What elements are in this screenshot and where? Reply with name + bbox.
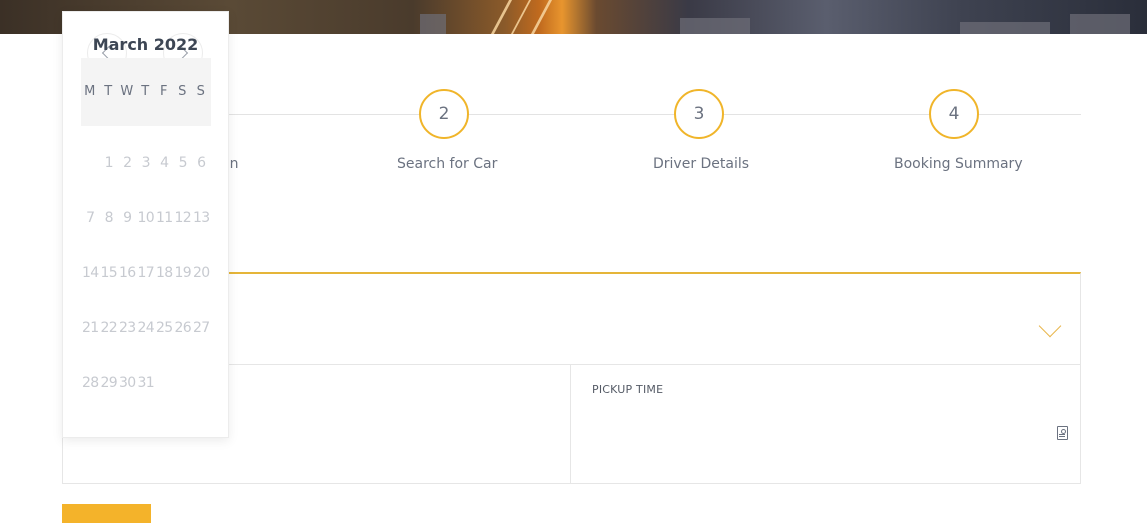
weekday-label: F	[160, 84, 169, 99]
calendar-day[interactable]: 15	[100, 265, 119, 281]
calendar-day[interactable]: 30	[118, 375, 137, 391]
step-3-circle[interactable]: 3	[674, 89, 724, 139]
calendar-day[interactable]: 27	[192, 320, 211, 336]
weekday-label: T	[141, 84, 151, 99]
calendar-day[interactable]: 5	[174, 155, 193, 171]
calendar-day[interactable]: 12	[174, 210, 193, 226]
calendar-day[interactable]: 6	[192, 155, 211, 171]
datepicker-popup: March 2022 MTWTFSS 1 2 3 4 5 6 7 8 9 10 11 12 13 14 15…	[62, 11, 229, 438]
calendar-day[interactable]: 2	[118, 155, 137, 171]
calendar-day[interactable]: 7	[81, 210, 100, 226]
submit-button[interactable]	[62, 504, 151, 523]
datepicker-month-title: March 2022	[92, 35, 199, 54]
step-2-circle[interactable]: 2	[419, 89, 469, 139]
calendar-day[interactable]: 4	[155, 155, 174, 171]
calendar-day[interactable]: 25	[155, 320, 174, 336]
form-column-divider	[570, 365, 571, 484]
calendar-day[interactable]: 26	[174, 320, 193, 336]
calendar-day[interactable]: 31	[137, 375, 156, 391]
step-4-label: Booking Summary	[894, 156, 1023, 172]
pickup-date-field[interactable]	[229, 366, 569, 483]
calendar-day[interactable]: 19	[174, 265, 193, 281]
weekday-label: M	[84, 84, 97, 99]
weekday-label: S	[178, 84, 188, 99]
calendar-day[interactable]: 11	[155, 210, 174, 226]
location-select[interactable]	[229, 275, 1079, 363]
calendar-day[interactable]: 29	[100, 375, 119, 391]
calendar-day[interactable]: 17	[137, 265, 156, 281]
step-3-label: Driver Details	[653, 156, 750, 172]
calendar-day[interactable]: 14	[81, 265, 100, 281]
calendar-day[interactable]: 3	[137, 155, 156, 171]
calendar-day[interactable]: 9	[118, 210, 137, 226]
calendar-day[interactable]: 13	[192, 210, 211, 226]
calendar-day[interactable]: 20	[192, 265, 211, 281]
weekday-label: W	[120, 84, 135, 99]
weekday-label: T	[104, 84, 114, 99]
pickup-time-label: PICKUP TIME	[592, 383, 664, 396]
clock-icon[interactable]	[1057, 426, 1068, 440]
step-2-label: Search for Car	[397, 156, 498, 172]
step-4-circle[interactable]: 4	[929, 89, 979, 139]
calendar-day[interactable]: 16	[118, 265, 137, 281]
calendar-day[interactable]: 8	[100, 210, 119, 226]
calendar-day[interactable]: 28	[81, 375, 100, 391]
calendar-day[interactable]: 22	[100, 320, 119, 336]
calendar-day[interactable]: 24	[137, 320, 156, 336]
calendar-day[interactable]: 23	[118, 320, 137, 336]
calendar-day[interactable]: 21	[81, 320, 100, 336]
calendar-day[interactable]: 1	[100, 155, 119, 171]
weekday-label: S	[196, 84, 206, 99]
calendar-day[interactable]: 10	[137, 210, 156, 226]
calendar-day[interactable]: 18	[155, 265, 174, 281]
